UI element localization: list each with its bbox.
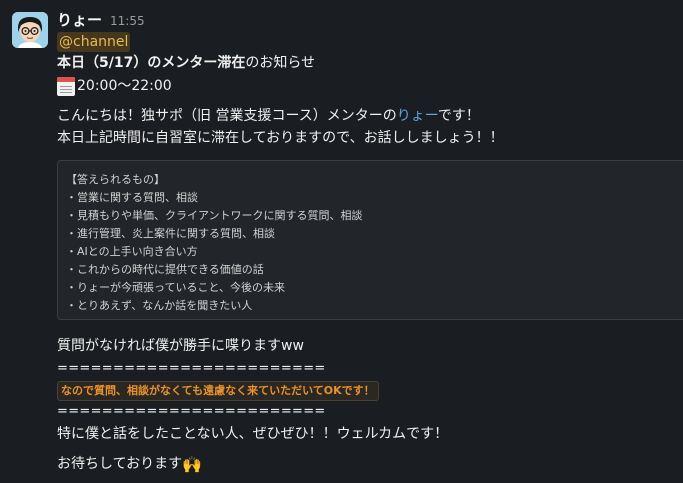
- username[interactable]: りょー: [57, 10, 102, 30]
- waiting-text: お待ちしております: [57, 456, 183, 472]
- highlight-note: なので質問、相談がなくても遠慮なく来ていただいてOKです！: [57, 381, 379, 401]
- code-line: ・AIとの上手い向き合い方: [66, 245, 198, 258]
- timestamp[interactable]: 11:55: [110, 11, 145, 31]
- intro-line: こんにちは！独サポ（旧 営業支援コース）メンターのりょーです！: [57, 106, 480, 126]
- intro-after: です！: [437, 108, 480, 124]
- raised-hands-icon: 🙌: [182, 455, 203, 474]
- time-line: 20:00〜22:00: [57, 76, 172, 96]
- channel-mention[interactable]: @channel: [57, 32, 131, 52]
- message-header: りょー 11:55: [57, 10, 145, 30]
- avatar-portrait: [12, 12, 48, 48]
- intro-line-2: 本日上記時間に自習室に滞在しておりますので、お話ししましょう！！: [57, 130, 504, 146]
- time-range: 20:00〜22:00: [77, 78, 172, 94]
- announcement-suffix: のお知らせ: [245, 55, 316, 71]
- waiting-line: お待ちしております🙌: [57, 454, 202, 475]
- calendar-icon: [57, 76, 75, 96]
- code-line: ・とりあえず、なんか話を聞きたい人: [66, 299, 253, 312]
- announcement-date: 本日（5/17）: [57, 55, 148, 71]
- code-line: ・営業に関する質問、相談: [66, 191, 198, 204]
- talk-line: 質問がなければ僕が勝手に喋りますww: [57, 338, 304, 354]
- announcement-title: 本日（5/17）のメンター滞在のお知らせ: [57, 53, 315, 73]
- separator-top: ========================: [57, 361, 326, 376]
- separator-bottom: ========================: [57, 404, 326, 419]
- code-block: 【答えられるもの】 ・営業に関する質問、相談 ・見積もりや単価、クライアントワー…: [57, 160, 683, 320]
- welcome-line: 特に僕と話をしたことない人、ぜひぜひ！！ウェルカムです！: [57, 426, 449, 442]
- code-line: ・進行管理、炎上案件に関する質問、相談: [66, 227, 275, 240]
- user-mention-link[interactable]: りょー: [397, 108, 438, 124]
- announcement-mentor: のメンター滞在: [147, 55, 246, 71]
- code-line: 【答えられるもの】: [66, 173, 165, 186]
- avatar[interactable]: [12, 12, 48, 48]
- code-line: ・りょーが今頑張っていること、今後の未来: [66, 281, 286, 294]
- intro-before: こんにちは！独サポ（旧 営業支援コース）メンターの: [57, 108, 397, 124]
- code-line: ・見積もりや単価、クライアントワークに関する質問、相談: [66, 209, 363, 222]
- code-line: ・これからの時代に提供できる価値の話: [66, 263, 264, 276]
